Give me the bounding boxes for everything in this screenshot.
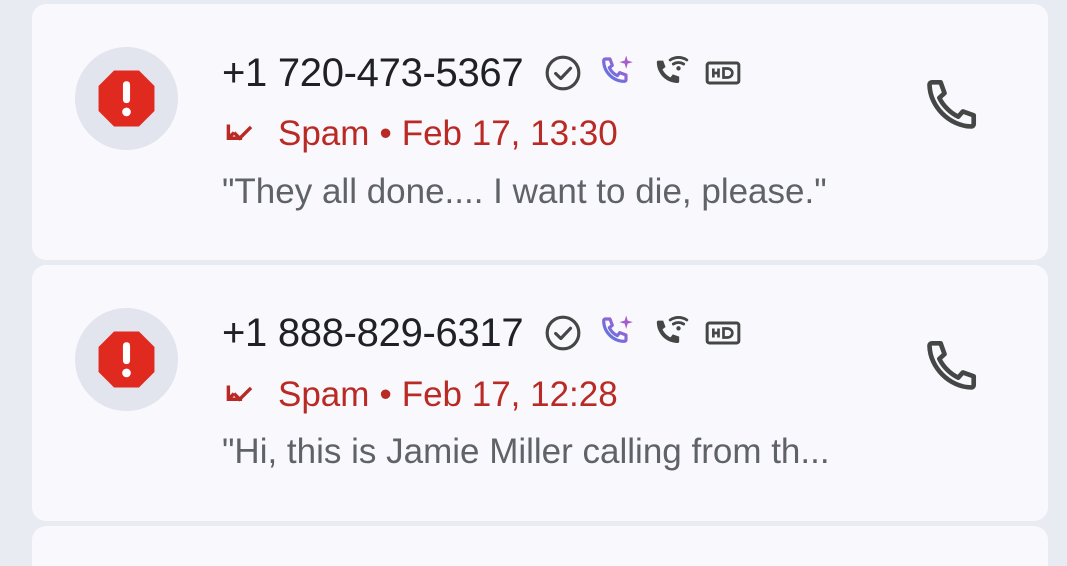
spam-label: Spam bbox=[278, 114, 370, 153]
call-meta-row: Spam • Feb 17, 12:28 bbox=[222, 373, 618, 417]
spam-label: Spam bbox=[278, 375, 370, 414]
missed-call-icon bbox=[226, 385, 253, 402]
spam-avatar bbox=[75, 308, 178, 411]
wifi-calling-icon bbox=[651, 313, 691, 353]
caller-number-row: +1 888-829-6317 bbox=[222, 308, 743, 358]
call-log-item[interactable]: +1 888-829-6317 Spam • Feb 17, 12:28 "Hi… bbox=[32, 265, 1048, 521]
call-time: Feb 17, 12:28 bbox=[401, 375, 618, 414]
spam-avatar bbox=[75, 47, 178, 150]
call-back-button[interactable] bbox=[914, 66, 990, 142]
call-log-item[interactable] bbox=[32, 526, 1048, 566]
ai-call-icon bbox=[597, 313, 637, 353]
caller-number: +1 720-473-5367 bbox=[222, 51, 524, 95]
verified-check-icon bbox=[543, 53, 583, 93]
call-meta-row: Spam • Feb 17, 13:30 bbox=[222, 112, 618, 156]
missed-call-icon bbox=[226, 124, 253, 141]
spam-warning-icon bbox=[98, 70, 155, 127]
ai-call-icon bbox=[597, 53, 637, 93]
call-transcript-snippet: "Hi, this is Jamie Miller calling from t… bbox=[222, 432, 830, 471]
call-log-item[interactable]: +1 720-473-5367 Spam • Feb 17, 13:30 "Th… bbox=[32, 4, 1048, 260]
verified-check-icon bbox=[543, 313, 583, 353]
call-back-button[interactable] bbox=[914, 327, 990, 403]
wifi-calling-icon bbox=[651, 53, 691, 93]
separator-dot: • bbox=[379, 375, 392, 414]
call-time: Feb 17, 13:30 bbox=[401, 114, 618, 153]
call-back-icon bbox=[927, 79, 977, 129]
hd-voice-icon bbox=[703, 53, 743, 93]
caller-number-row: +1 720-473-5367 bbox=[222, 48, 743, 98]
caller-number: +1 888-829-6317 bbox=[222, 311, 524, 355]
spam-warning-icon bbox=[98, 331, 155, 388]
call-transcript-snippet: "They all done.... I want to die, please… bbox=[222, 172, 827, 211]
separator-dot: • bbox=[379, 114, 392, 153]
hd-voice-icon bbox=[703, 313, 743, 353]
call-back-icon bbox=[927, 340, 977, 390]
